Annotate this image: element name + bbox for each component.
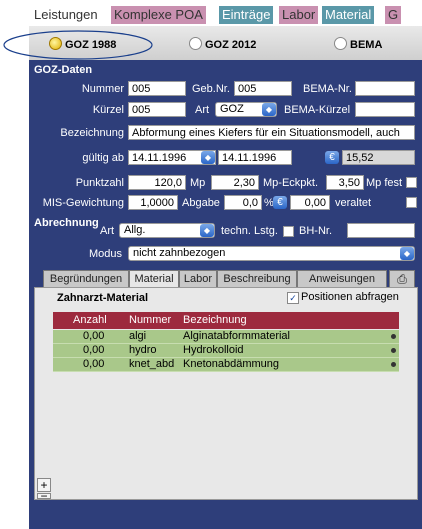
art-select-value: GOZ <box>220 103 244 115</box>
radio-goz-2012[interactable]: GOZ 2012 <box>189 37 256 51</box>
cell-anzahl: 0,00 <box>83 344 105 356</box>
radio-label: GOZ 2012 <box>205 39 257 51</box>
stepper-icon: ◆ <box>400 247 414 260</box>
date-stepper-icon[interactable]: ◆ <box>201 151 215 164</box>
gebnr-field[interactable]: 005 <box>234 81 292 96</box>
row-dot-icon <box>391 348 396 353</box>
tab-g[interactable]: G <box>385 6 402 24</box>
abgabe-label: Abgabe <box>182 197 220 209</box>
stepper-icon: ◆ <box>262 103 276 116</box>
row-dot-icon <box>391 334 396 339</box>
tab-leistungen[interactable]: Leistungen <box>31 6 101 24</box>
positionen-abfragen-label: Positionen abfragen <box>301 291 399 303</box>
punktzahl-field[interactable]: 120,0 <box>128 175 186 190</box>
mis-label: MIS-Gewichtung <box>42 197 124 209</box>
tab-labor[interactable]: Labor <box>279 6 319 24</box>
radio-icon <box>334 37 347 50</box>
subtab-begruendungen[interactable]: Begründungen <box>43 270 129 287</box>
kuerzel-field[interactable]: 005 <box>128 102 186 117</box>
cell-bezeichnung: Knetonabdämmung <box>183 358 280 370</box>
modus-value: nicht zahnbezogen <box>133 247 226 259</box>
subtab-anweisungen[interactable]: Anweisungen <box>297 270 387 287</box>
material-title: Zahnarzt-Material <box>57 292 149 304</box>
radio-label: BEMA <box>350 39 383 51</box>
nummer-label: Nummer <box>81 83 124 95</box>
gueltig-bis-field[interactable]: 14.11.1996 <box>218 150 292 165</box>
abrechnung-art-select[interactable]: Allg. ◆ <box>119 223 215 238</box>
row-dot-icon <box>391 362 396 367</box>
table-row[interactable]: 0,00 hydro Hydrokolloid <box>53 344 399 358</box>
cell-nummer: algi <box>129 330 147 342</box>
mp-fest-label: Mp fest <box>366 177 403 189</box>
mp-field[interactable]: 2,30 <box>211 175 259 190</box>
checkmark-icon: ✓ <box>287 292 299 304</box>
mis-field[interactable]: 1,0000 <box>128 195 178 210</box>
modus-select[interactable]: nicht zahnbezogen ◆ <box>128 246 415 261</box>
tab-material[interactable]: Material <box>322 6 375 24</box>
bezeichnung-field[interactable]: Abformung eines Kiefers für ein Situatio… <box>128 125 415 140</box>
subtab-beschreibung[interactable]: Beschreibung <box>217 270 297 287</box>
cell-anzahl: 0,00 <box>83 330 105 342</box>
mp-fest-checkbox[interactable] <box>406 177 417 188</box>
cell-bezeichnung: Hydrokolloid <box>183 344 244 356</box>
remove-row-button[interactable]: − <box>37 490 51 502</box>
bezeichnung-label: Bezeichnung <box>60 127 124 139</box>
col-bezeichnung[interactable]: Bezeichnung <box>183 312 247 329</box>
techn-lstg-checkbox[interactable] <box>283 226 294 237</box>
kuerzel-label: Kürzel <box>92 104 124 116</box>
radio-icon <box>189 37 202 50</box>
bema-nr-label: BEMA-Nr. <box>303 83 352 95</box>
abgabe-field[interactable]: 0,0 <box>224 195 262 210</box>
gueltig-ab-label: gültig ab <box>82 152 124 164</box>
art-select[interactable]: GOZ ◆ <box>215 102 277 117</box>
bema-kuerzel-label: BEMA-Kürzel <box>284 104 351 116</box>
euro-toggle-icon[interactable]: € <box>273 196 287 209</box>
cell-nummer: hydro <box>129 344 157 356</box>
subtab-material[interactable]: Material <box>129 270 179 287</box>
radio-bema[interactable]: BEMA <box>334 37 382 51</box>
section-abrechnung: Abrechnung <box>34 217 99 229</box>
veraltet-label: veraltet <box>335 197 372 209</box>
stepper-icon: ◆ <box>200 224 214 237</box>
euro-value-field: 15,52 <box>342 150 415 165</box>
euro-icon: € <box>325 151 339 164</box>
printer-icon[interactable]: ⎙ <box>389 270 415 287</box>
cell-nummer: knet_abd <box>129 358 175 370</box>
bh-nr-field[interactable] <box>347 223 415 238</box>
art-label: Art <box>195 104 210 116</box>
highlight-ellipse <box>3 30 153 60</box>
abrechnung-art-value: Allg. <box>124 224 146 236</box>
section-goz-daten: GOZ-Daten <box>34 64 93 76</box>
nummer-field[interactable]: 005 <box>128 81 186 96</box>
col-nummer[interactable]: Nummer <box>129 312 171 329</box>
positionen-abfragen-checkbox[interactable]: ✓ Positionen abfragen <box>287 291 399 304</box>
cell-anzahl: 0,00 <box>83 358 105 370</box>
table-row[interactable]: 0,00 knet_abd Knetonabdämmung <box>53 358 399 372</box>
modus-label: Modus <box>89 248 123 260</box>
cell-bezeichnung: Alginatabformmaterial <box>183 330 290 342</box>
subtab-labor[interactable]: Labor <box>179 270 217 287</box>
veraltet-checkbox[interactable] <box>406 197 417 208</box>
mp-eckpkt-field[interactable]: 3,50 <box>326 175 364 190</box>
tab-eintraege[interactable]: Einträge <box>219 6 274 24</box>
tab-komplexe-poa[interactable]: Komplexe POA <box>111 6 206 24</box>
table-row[interactable]: 0,00 algi Alginatabformmaterial <box>53 330 399 344</box>
mp-label: Mp <box>190 177 206 189</box>
goz-panel: GOZ 1988 GOZ 2012 BEMA GOZ-Daten Nummer … <box>29 26 422 529</box>
bema-kuerzel-field[interactable] <box>355 102 415 117</box>
table-header: Anzahl Nummer Bezeichnung <box>53 312 399 329</box>
abgabe-value-field[interactable]: 0,00 <box>290 195 330 210</box>
techn-lstg-label: techn. Lstg. <box>221 225 278 237</box>
col-anzahl[interactable]: Anzahl <box>73 312 107 329</box>
abrechnung-art-label: Art <box>100 225 115 237</box>
material-panel: Zahnarzt-Material ✓ Positionen abfragen A… <box>34 287 418 502</box>
gebnr-label: Geb.Nr. <box>192 83 230 95</box>
mp-eckpkt-label: Mp-Eckpkt. <box>263 177 319 189</box>
bh-nr-label: BH-Nr. <box>299 225 332 237</box>
bema-nr-field[interactable] <box>355 81 415 96</box>
punktzahl-label: Punktzahl <box>75 177 124 189</box>
